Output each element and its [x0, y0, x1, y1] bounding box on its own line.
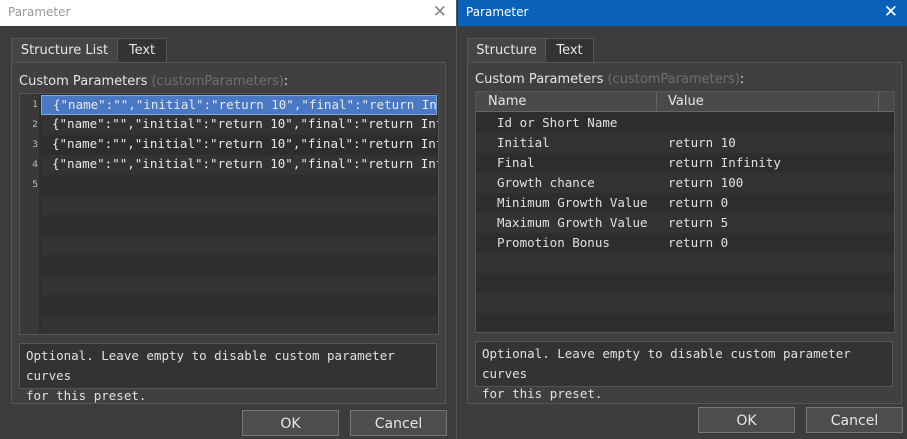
list-empty-row [41, 315, 437, 334]
custom-parameters-list[interactable]: 1 {"name":"","initial":"return 10","final… [19, 93, 439, 335]
line-number: 5 [32, 180, 38, 190]
custom-parameters-label: Custom Parameters (customParameters): [19, 74, 289, 89]
window-title: Parameter [8, 5, 71, 19]
row-name: Id or Short Name [497, 115, 618, 130]
table-row[interactable]: Promotion Bonus return 0 [476, 233, 894, 253]
cancel-button[interactable]: Cancel [806, 407, 903, 433]
field-key-hint: (customParameters) [151, 74, 284, 89]
field-key-hint: (customParameters) [607, 72, 740, 87]
list-empty-row [41, 295, 437, 315]
row-name: Maximum Growth Value [497, 215, 648, 230]
list-item[interactable]: {"name":"","initial":"return 10","final"… [41, 155, 439, 175]
parameter-grid[interactable]: Name Value Id or Short Name Initial return… [475, 91, 895, 333]
row-value[interactable]: return 10 [668, 135, 736, 150]
list-empty-row [41, 195, 437, 215]
table-row[interactable]: Maximum Growth Value return 5 [476, 213, 894, 233]
line-number: 2 [32, 120, 38, 130]
close-icon[interactable]: ✕ [433, 2, 447, 22]
title-bar: Parameter ✕ [0, 0, 456, 26]
table-row[interactable]: Initial return 10 [476, 133, 894, 153]
line-number: 3 [32, 140, 38, 150]
parameter-window-right: Parameter ✕ Structure Text Custom Parame… [458, 0, 907, 439]
column-header-value[interactable]: Value [657, 92, 879, 112]
list-item-text: {"name":"","initial":"return 10","final"… [52, 156, 439, 171]
row-name: Growth chance [497, 175, 595, 190]
list-empty-row [41, 215, 437, 235]
custom-parameters-label: Custom Parameters (customParameters): [475, 72, 745, 87]
table-empty-row [476, 293, 894, 313]
row-value[interactable]: return 0 [668, 235, 728, 250]
tab-structure[interactable]: Structure [467, 38, 546, 63]
table-row[interactable]: Id or Short Name [476, 113, 894, 133]
table-empty-row [476, 313, 894, 332]
list-item[interactable]: {"name":"","initial":"return 10","final"… [41, 95, 439, 115]
row-value[interactable]: return 100 [668, 175, 743, 190]
row-value[interactable]: return Infinity [668, 155, 781, 170]
ok-button[interactable]: OK [242, 410, 339, 436]
description-box: Optional. Leave empty to disable custom … [475, 341, 893, 401]
list-empty-row [41, 255, 437, 275]
tab-structure-list[interactable]: Structure List [11, 38, 118, 63]
list-empty-row [41, 275, 437, 295]
tab-text[interactable]: Text [545, 38, 594, 63]
row-name: Initial [497, 135, 550, 150]
line-gutter [20, 94, 39, 334]
ok-button[interactable]: OK [698, 407, 795, 433]
row-value[interactable]: return 0 [668, 195, 728, 210]
line-number: 4 [32, 160, 38, 170]
row-name: Promotion Bonus [497, 235, 610, 250]
list-item[interactable]: {"name":"","initial":"return 10","final"… [41, 115, 439, 135]
list-empty-row [41, 235, 437, 255]
row-name: Minimum Growth Value [497, 195, 648, 210]
table-row[interactable]: Minimum Growth Value return 0 [476, 193, 894, 213]
table-row[interactable]: Final return Infinity [476, 153, 894, 173]
parameter-window-left: Parameter ✕ Structure List Text Custom P… [0, 0, 457, 439]
table-empty-row [476, 273, 894, 293]
title-bar: Parameter ✕ [458, 0, 907, 26]
column-header-filler [879, 92, 894, 112]
table-empty-row [476, 253, 894, 273]
tab-text[interactable]: Text [117, 38, 167, 63]
list-item-text: {"name":"","initial":"return 10","final"… [52, 116, 439, 131]
row-value[interactable]: return 5 [668, 215, 728, 230]
close-icon[interactable]: ✕ [884, 2, 898, 22]
list-item-text: {"name":"","initial":"return 10","final"… [53, 97, 439, 112]
column-header-name[interactable]: Name [476, 92, 657, 112]
line-number: 1 [32, 100, 38, 110]
list-item[interactable]: {"name":"","initial":"return 10","final"… [41, 135, 439, 155]
row-name: Final [497, 155, 535, 170]
description-box: Optional. Leave empty to disable custom … [19, 343, 437, 403]
cancel-button[interactable]: Cancel [350, 410, 447, 436]
list-item[interactable] [41, 175, 437, 195]
list-item-text: {"name":"","initial":"return 10","final"… [52, 136, 439, 151]
window-title: Parameter [466, 5, 529, 19]
table-row[interactable]: Growth chance return 100 [476, 173, 894, 193]
